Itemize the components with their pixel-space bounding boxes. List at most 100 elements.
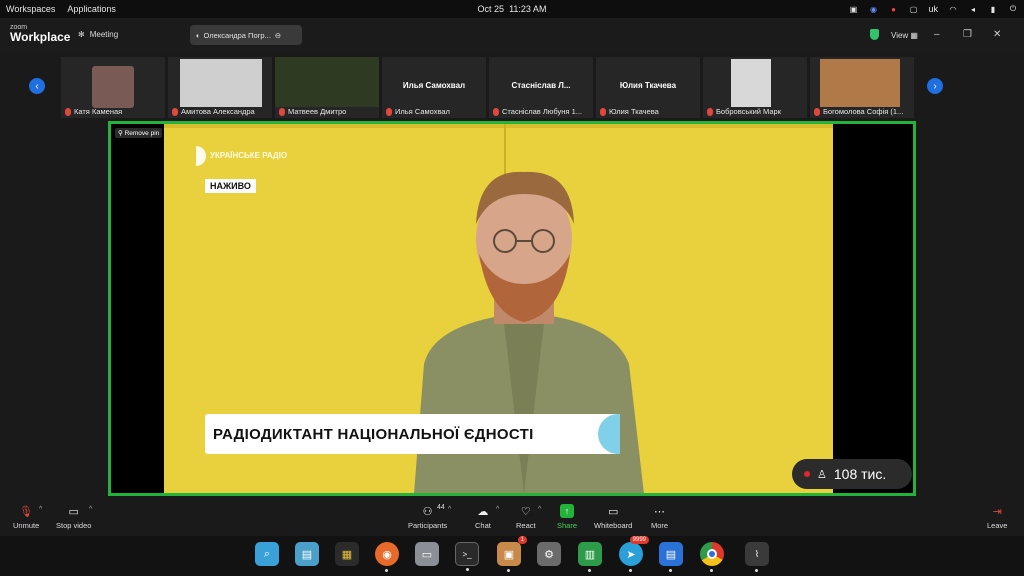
terminal-icon[interactable]: >_ [455, 542, 479, 571]
active-speaker-pill[interactable]: ◖ Олександра Погр... ⊖ [190, 25, 302, 45]
leave-label: Leave [987, 521, 1008, 530]
participant-tile[interactable]: Матвеев Дмитро [275, 57, 379, 118]
power-icon[interactable]: ⏻ [1008, 4, 1018, 13]
screen-tray-icon[interactable]: ▢ [908, 5, 918, 14]
document-icon[interactable]: ▤ [659, 542, 683, 572]
banner-text: РАДІОДИКТАНТ НАЦІОНАЛЬНОЇ ЄДНОСТІ [213, 425, 534, 443]
chat-chevron-icon[interactable]: ^ [496, 506, 499, 513]
participant-photo [731, 59, 771, 107]
chrome-tray-icon[interactable]: ● [888, 5, 898, 14]
running-indicator [385, 569, 388, 572]
participant-name-text: Амитова Александра [181, 107, 255, 116]
meeting-toolbar: 🎙 Unmute ^ ▭ Stop video ^ ⚇ Participants… [0, 500, 1024, 536]
archive-icon[interactable]: ▣ 1 [497, 536, 527, 572]
volume-icon[interactable]: ◂ [968, 5, 978, 14]
video-frame: УКРАЇНСЬКЕ РАДІО НАЖИВО РАДІОДИКТАНТ НАЦ… [164, 124, 833, 493]
zoom-logo: zoom Workplace [10, 24, 70, 43]
wifi-icon[interactable]: ◠ [948, 5, 958, 14]
viewer-count: 108 тис. [833, 466, 887, 482]
banner-cap [598, 414, 620, 454]
participant-name: Матвеев Дмитро [279, 107, 346, 116]
participant-photo [92, 66, 134, 108]
radio-logo-mark-icon [196, 146, 206, 166]
participant-photo [275, 57, 379, 107]
participant-center-name: Юлия Ткачева [619, 81, 677, 90]
whiteboard-button[interactable]: ▭ Whiteboard [594, 504, 632, 531]
minimize-icon[interactable]: – [934, 29, 940, 40]
participant-tile[interactable]: Амитова Александра [168, 57, 272, 118]
zoom-tray-icon[interactable]: ▣ [848, 5, 858, 14]
remove-pin-button[interactable]: ⚲ Remove pin [115, 128, 163, 138]
participant-tile[interactable]: Илья Самохвал Илья Самохвал [382, 57, 486, 118]
view-button[interactable]: View ▦ [891, 31, 918, 40]
participant-name-text: Матвеев Дмитро [288, 107, 347, 116]
unmute-button[interactable]: 🎙 Unmute [13, 504, 39, 531]
battery-icon[interactable]: ▮ [988, 5, 998, 14]
audio-options-chevron-icon[interactable]: ^ [39, 506, 42, 513]
stop-video-button[interactable]: ▭ Stop video [56, 504, 91, 531]
settings-icon[interactable]: ⚙ [537, 542, 561, 566]
archive-badge: 1 [517, 536, 527, 544]
applications-menu[interactable]: Applications [67, 4, 116, 14]
system-monitor-icon[interactable]: ⌇ [745, 542, 769, 572]
workspaces-menu[interactable]: Workspaces [6, 4, 55, 14]
react-chevron-icon[interactable]: ^ [538, 506, 541, 513]
participants-count: 44 [437, 504, 445, 511]
security-shield-icon[interactable] [870, 29, 879, 40]
spreadsheet-icon[interactable]: ▥ [578, 542, 602, 572]
participant-name: Стасніслав Любуня 1... [493, 107, 582, 116]
vpn-tray-icon[interactable]: ◉ [868, 5, 878, 14]
firefox-icon[interactable]: ◉ [375, 542, 399, 572]
strip-next-button[interactable]: › [927, 78, 943, 94]
react-button[interactable]: ♡ React [516, 504, 536, 531]
image-viewer-icon[interactable]: ⌕ [255, 542, 279, 566]
mic-muted-icon [172, 107, 178, 116]
camera-icon: ▭ [68, 505, 79, 518]
participant-tile[interactable]: Стасніслав Л... Стасніслав Любуня 1... [489, 57, 593, 118]
mic-muted-icon [493, 107, 499, 116]
participant-tile[interactable]: Богомолова Софія (1... [810, 57, 914, 118]
app-grid-icon[interactable]: ▦ [335, 542, 359, 566]
main-video-stage[interactable]: УКРАЇНСЬКЕ РАДІО НАЖИВО РАДІОДИКТАНТ НАЦ… [108, 121, 916, 496]
radio-logo-text: УКРАЇНСЬКЕ РАДІО [210, 151, 288, 160]
video-options-chevron-icon[interactable]: ^ [89, 506, 92, 513]
running-indicator [669, 569, 672, 572]
meeting-info-button[interactable]: ✻ Meeting [78, 30, 118, 39]
participant-tile[interactable]: Бобровський Марк [703, 57, 807, 118]
mic-muted-icon [279, 107, 285, 116]
more-button[interactable]: ⋯ More [651, 504, 668, 531]
close-icon[interactable]: ✕ [993, 29, 1001, 40]
participant-photo [180, 59, 262, 107]
chrome-center [707, 549, 717, 559]
running-indicator [755, 569, 758, 572]
logo-bottom-text: Workplace [10, 30, 71, 44]
running-indicator [710, 569, 713, 572]
pin-icon: ⚲ [118, 130, 123, 137]
participants-label: Participants [408, 521, 448, 530]
files-panel-icon[interactable]: ▤ [295, 542, 319, 566]
participant-tile[interactable]: Катя Каменая [61, 57, 165, 118]
leave-button[interactable]: ⇥ Leave [987, 504, 1008, 531]
telegram-badge: 9999 [629, 536, 649, 544]
running-indicator [466, 568, 469, 571]
strip-prev-button[interactable]: ‹ [29, 78, 45, 94]
viewer-count-badge: ♙ 108 тис. [792, 459, 912, 489]
keyboard-layout[interactable]: uk [928, 4, 938, 14]
participants-chevron-icon[interactable]: ^ [448, 506, 451, 513]
participant-name-text: Бобровський Марк [716, 107, 781, 116]
chrome-icon[interactable] [700, 542, 724, 572]
participant-name: Богомолова Софія (1... [814, 107, 903, 116]
mic-muted-icon [386, 107, 392, 116]
chat-button[interactable]: ☁ Chat [475, 504, 491, 531]
minus-icon[interactable]: ⊖ [275, 31, 281, 40]
share-icon: ↑ [560, 504, 574, 518]
mic-muted-icon [707, 107, 713, 116]
file-manager-icon[interactable]: ▭ [415, 542, 439, 566]
mic-muted-icon [814, 107, 820, 116]
person-icon: ♙ [817, 468, 827, 481]
participant-tile[interactable]: Юлия Ткачева Юлия Ткачева [596, 57, 700, 118]
share-button[interactable]: ↑ Share [557, 504, 577, 530]
maximize-icon[interactable]: ❐ [963, 29, 972, 40]
telegram-icon[interactable]: ➤ 9999 [619, 536, 649, 572]
leave-icon: ⇥ [992, 505, 1002, 518]
